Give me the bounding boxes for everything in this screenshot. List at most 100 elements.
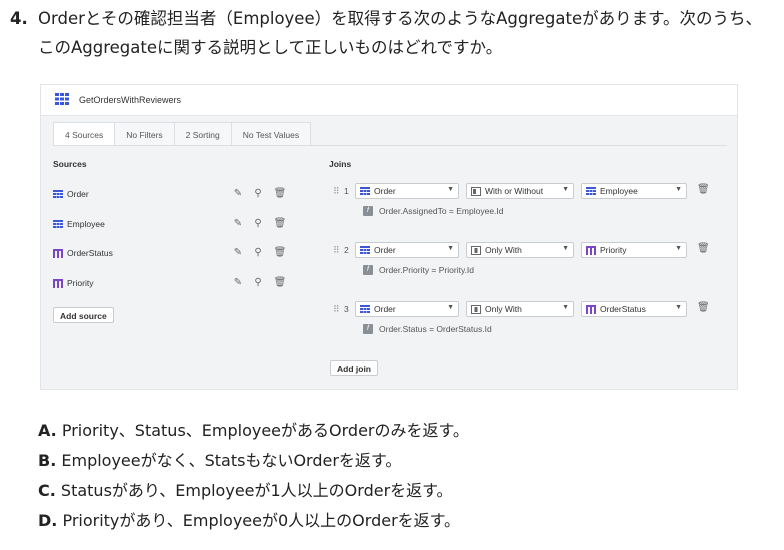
join-left-select[interactable]: Order ▼	[355, 183, 459, 199]
join-index: 3	[344, 304, 349, 314]
answer-letter: D.	[38, 511, 58, 530]
static-entity-icon	[586, 305, 596, 314]
add-source-button[interactable]: Add source	[53, 307, 114, 323]
aggregate-title: GetOrdersWithReviewers	[79, 95, 182, 105]
join-type-icon	[471, 187, 481, 196]
trash-icon[interactable]: 🗑	[273, 187, 287, 201]
condition-icon: f	[363, 324, 373, 334]
answer-text: Priority、Status、EmployeeがあるOrderのみを返す。	[56, 421, 469, 440]
aggregate-grid-icon	[55, 93, 69, 105]
edit-pencil-icon[interactable]: ✎	[231, 246, 245, 260]
join-condition[interactable]: Order.Priority = Priority.Id	[379, 265, 474, 275]
entity-icon	[360, 246, 370, 254]
join-left-select[interactable]: Order ▼	[355, 301, 459, 317]
source-row-orderstatus[interactable]: OrderStatus ✎ ⚲ 🗑	[53, 246, 293, 262]
static-entity-icon	[586, 246, 596, 255]
chevron-down-icon: ▼	[562, 186, 569, 193]
chevron-down-icon: ▼	[675, 245, 682, 252]
join-right-select[interactable]: Employee ▼	[581, 183, 687, 199]
join-index: 1	[344, 186, 349, 196]
tab-sources[interactable]: 4 Sources	[53, 122, 116, 146]
join-row-2: ⠿ 2 Order ▼ Only With ▼ Priority ▼ 🗑 f O…	[333, 242, 713, 286]
entity-icon	[53, 220, 63, 228]
join-type-icon	[471, 305, 481, 314]
select-value: Priority	[600, 245, 627, 255]
aggregate-header: GetOrdersWithReviewers	[41, 85, 737, 116]
aggregate-tabs: 4 Sources No Filters 2 Sorting No Test V…	[53, 122, 312, 146]
trash-icon[interactable]: 🗑	[697, 302, 710, 316]
static-entity-icon	[53, 279, 63, 288]
chevron-down-icon: ▼	[447, 186, 454, 193]
select-value: Employee	[600, 186, 638, 196]
tab-divider	[53, 145, 727, 146]
join-type-icon	[471, 246, 481, 255]
edit-pencil-icon[interactable]: ✎	[231, 187, 245, 201]
join-right-select[interactable]: OrderStatus ▼	[581, 301, 687, 317]
source-row-order[interactable]: Order ✎ ⚲ 🗑	[53, 187, 293, 203]
join-type-select[interactable]: Only With ▼	[466, 301, 574, 317]
join-condition[interactable]: Order.AssignedTo = Employee.Id	[379, 206, 504, 216]
source-name: OrderStatus	[67, 248, 113, 258]
question-text: Orderとその確認担当者（Employee）を取得する次のようなAggrega…	[38, 9, 762, 57]
entity-icon	[360, 305, 370, 313]
chevron-down-icon: ▼	[675, 304, 682, 311]
chevron-down-icon: ▼	[562, 245, 569, 252]
drag-handle-icon[interactable]: ⠿	[333, 186, 340, 197]
source-name: Order	[67, 189, 89, 199]
tab-sorting[interactable]: 2 Sorting	[174, 122, 232, 146]
join-right-select[interactable]: Priority ▼	[581, 242, 687, 258]
tab-filters[interactable]: No Filters	[115, 122, 175, 146]
condition-icon: f	[363, 265, 373, 275]
answer-option-a[interactable]: A. Priority、Status、EmployeeがあるOrderのみを返す…	[38, 416, 469, 446]
edit-pencil-icon[interactable]: ✎	[231, 276, 245, 290]
answer-letter: C.	[38, 481, 56, 500]
join-type-select[interactable]: Only With ▼	[466, 242, 574, 258]
source-row-priority[interactable]: Priority ✎ ⚲ 🗑	[53, 276, 293, 292]
chevron-down-icon: ▼	[675, 186, 682, 193]
select-value: Order	[374, 304, 396, 314]
trash-icon[interactable]: 🗑	[273, 246, 287, 260]
answer-text: Employeeがなく、StatsもないOrderを返す。	[56, 451, 402, 470]
aggregate-editor-screenshot: GetOrdersWithReviewers 4 Sources No Filt…	[40, 84, 738, 390]
answer-text: Priorityがあり、Employeeが0人以上のOrderを返す。	[57, 511, 461, 530]
static-entity-icon	[53, 249, 63, 258]
select-value: Order	[374, 245, 396, 255]
answer-option-b[interactable]: B. Employeeがなく、StatsもないOrderを返す。	[38, 446, 469, 476]
drag-handle-icon[interactable]: ⠿	[333, 304, 340, 315]
answer-list: A. Priority、Status、EmployeeがあるOrderのみを返す…	[38, 416, 469, 536]
tab-test-values[interactable]: No Test Values	[231, 122, 312, 146]
answer-letter: A.	[38, 421, 57, 440]
entity-icon	[360, 187, 370, 195]
search-icon[interactable]: ⚲	[251, 187, 265, 201]
chevron-down-icon: ▼	[562, 304, 569, 311]
join-left-select[interactable]: Order ▼	[355, 242, 459, 258]
select-value: OrderStatus	[600, 304, 646, 314]
drag-handle-icon[interactable]: ⠿	[333, 245, 340, 256]
joins-title: Joins	[329, 159, 352, 169]
sources-title: Sources	[53, 159, 87, 169]
answer-text: Statusがあり、Employeeが1人以上のOrderを返す。	[55, 481, 453, 500]
join-condition[interactable]: Order.Status = OrderStatus.Id	[379, 324, 492, 334]
question-number: 4.	[10, 9, 28, 28]
search-icon[interactable]: ⚲	[251, 276, 265, 290]
trash-icon[interactable]: 🗑	[273, 276, 287, 290]
search-icon[interactable]: ⚲	[251, 217, 265, 231]
source-row-employee[interactable]: Employee ✎ ⚲ 🗑	[53, 217, 293, 233]
edit-pencil-icon[interactable]: ✎	[231, 217, 245, 231]
answer-option-d[interactable]: D. Priorityがあり、Employeeが0人以上のOrderを返す。	[38, 506, 469, 536]
search-icon[interactable]: ⚲	[251, 246, 265, 260]
trash-icon[interactable]: 🗑	[697, 184, 710, 198]
source-name: Priority	[67, 278, 94, 288]
select-value: Order	[374, 186, 396, 196]
source-name: Employee	[67, 219, 105, 229]
answer-option-c[interactable]: C. Statusがあり、Employeeが1人以上のOrderを返す。	[38, 476, 469, 506]
join-row-3: ⠿ 3 Order ▼ Only With ▼ OrderStatus ▼ 🗑 …	[333, 301, 713, 345]
add-join-button[interactable]: Add join	[330, 360, 378, 376]
trash-icon[interactable]: 🗑	[697, 243, 710, 257]
join-type-select[interactable]: With or Without ▼	[466, 183, 574, 199]
select-value: With or Without	[485, 186, 544, 196]
answer-letter: B.	[38, 451, 57, 470]
entity-icon	[53, 190, 63, 198]
select-value: Only With	[485, 304, 522, 314]
trash-icon[interactable]: 🗑	[273, 217, 287, 231]
